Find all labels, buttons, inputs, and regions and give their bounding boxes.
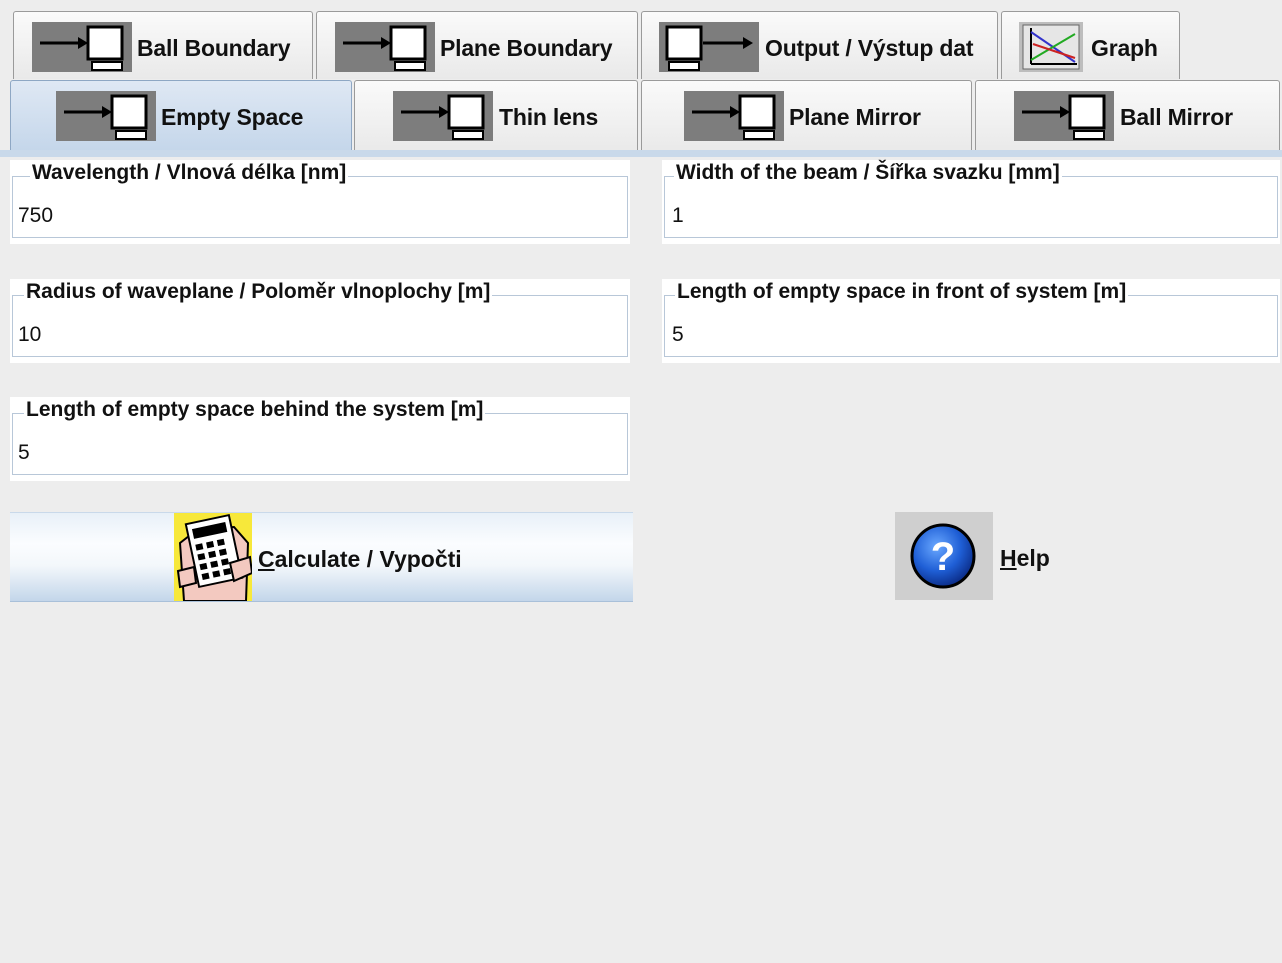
radius-field: Radius of waveplane / Poloměr vlnoplochy… [10, 279, 630, 363]
tab-label: Plane Boundary [440, 35, 613, 61]
calculate-button[interactable]: Calculate / Vypočti [10, 512, 633, 602]
tab-label: Ball Boundary [137, 35, 291, 61]
tab-label: Ball Mirror [1120, 104, 1233, 130]
tab-plane-boundary[interactable]: Plane Boundary [316, 11, 638, 79]
tab-output[interactable]: Output / Výstup dat [641, 11, 998, 79]
wavelength-field: Wavelength / Vlnová délka [nm] 750 [10, 160, 630, 244]
field-label: Width of the beam / Šířka svazku [mm] [674, 160, 1062, 186]
arrow-into-monitor-icon [393, 91, 493, 141]
tab-ball-mirror[interactable]: Ball Mirror [975, 80, 1280, 152]
tab-empty-space[interactable]: Empty Space [10, 80, 352, 152]
help-label[interactable]: Help [1000, 545, 1050, 572]
behind-length-field: Length of empty space behind the system … [10, 397, 630, 481]
svg-text:?: ? [931, 535, 955, 579]
tab-row-top: Ball Boundary Plane Boundary Output / Vý… [0, 11, 1282, 79]
radius-input[interactable]: 10 [18, 323, 41, 347]
arrow-into-monitor-icon [56, 91, 156, 141]
help-button[interactable]: ? [895, 512, 993, 600]
arrow-into-monitor-icon [684, 91, 784, 141]
field-label: Radius of waveplane / Poloměr vlnoplochy… [24, 279, 493, 305]
field-label: Length of empty space behind the system … [24, 397, 486, 423]
tab-label: Thin lens [499, 104, 599, 130]
calculate-label: Calculate / Vypočti [258, 546, 462, 572]
arrow-into-monitor-icon [32, 22, 132, 72]
graph-icon [1019, 22, 1083, 72]
tab-graph[interactable]: Graph [1001, 11, 1180, 79]
arrow-into-monitor-icon [335, 22, 435, 72]
monitor-arrow-out-icon [659, 22, 759, 72]
question-icon: ? [909, 522, 977, 590]
beam-width-field: Width of the beam / Šířka svazku [mm] 1 [662, 160, 1280, 244]
tab-label: Graph [1091, 35, 1158, 61]
field-label: Wavelength / Vlnová délka [nm] [30, 160, 349, 186]
tab-label: Empty Space [161, 104, 304, 130]
front-length-field: Length of empty space in front of system… [662, 279, 1280, 363]
arrow-into-monitor-icon [1014, 91, 1114, 141]
wavelength-input[interactable]: 750 [18, 204, 53, 228]
tab-thin-lens[interactable]: Thin lens [354, 80, 638, 152]
tab-label: Plane Mirror [789, 104, 921, 130]
calculator-hand-icon [174, 513, 254, 602]
tab-row-bottom: Empty Space Thin lens Plane Mirror Ball … [0, 80, 1282, 152]
tab-label: Output / Výstup dat [765, 35, 974, 61]
beam-width-input[interactable]: 1 [672, 204, 684, 228]
tab-content-border [0, 150, 1282, 157]
behind-length-input[interactable]: 5 [18, 441, 30, 465]
field-label: Length of empty space in front of system… [675, 279, 1129, 305]
front-length-input[interactable]: 5 [672, 323, 684, 347]
tab-plane-mirror[interactable]: Plane Mirror [641, 80, 972, 152]
tab-ball-boundary[interactable]: Ball Boundary [13, 11, 313, 79]
